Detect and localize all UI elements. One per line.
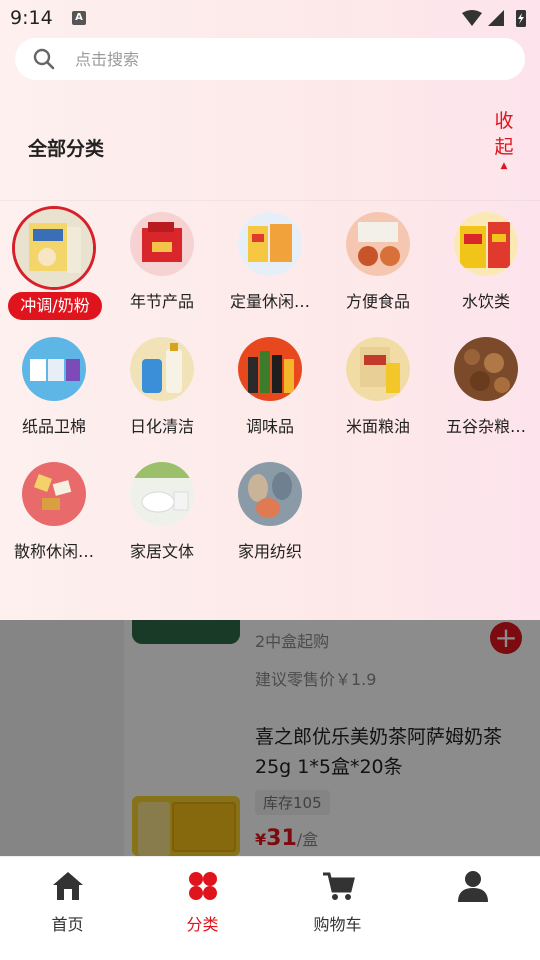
category-item-grains[interactable]: 五谷杂粮… xyxy=(432,325,540,445)
category-item-paper-products[interactable]: 纸品卫棉 xyxy=(0,325,108,445)
tab-label: 购物车 xyxy=(313,915,362,934)
category-image xyxy=(454,212,518,276)
category-label: 冲调/奶粉 xyxy=(8,292,102,320)
bottom-tab-bar: 首页 分类 购物车 xyxy=(0,856,540,960)
user-icon xyxy=(458,871,488,902)
category-item-bulk-snacks[interactable]: 散称休闲… xyxy=(0,450,108,570)
category-image xyxy=(130,462,194,526)
category-label: 年节产品 xyxy=(129,292,194,311)
search-input[interactable] xyxy=(75,46,495,72)
category-item-festival[interactable]: 年节产品 xyxy=(108,200,216,320)
category-label: 水饮类 xyxy=(461,292,510,311)
search-bar[interactable] xyxy=(15,38,525,80)
category-label: 五谷杂粮… xyxy=(445,417,526,436)
category-image xyxy=(346,212,410,276)
category-label: 定量休闲… xyxy=(229,292,310,311)
category-item-condiments[interactable]: 调味品 xyxy=(216,325,324,445)
category-label: 家用纺织 xyxy=(237,542,302,561)
category-label: 散称休闲… xyxy=(13,542,94,561)
category-item-instant-food[interactable]: 方便食品 xyxy=(324,200,432,320)
category-label: 方便食品 xyxy=(345,292,410,311)
category-label: 米面粮油 xyxy=(345,417,410,436)
search-icon xyxy=(33,48,55,70)
home-icon xyxy=(53,872,83,900)
category-image xyxy=(130,337,194,401)
category-label: 纸品卫棉 xyxy=(21,417,86,436)
category-image xyxy=(238,337,302,401)
category-label: 家居文体 xyxy=(129,542,194,561)
status-time: 9:14 xyxy=(10,7,53,29)
status-bar: 9:14 A xyxy=(0,0,540,36)
signal-battery-icon xyxy=(462,10,526,27)
category-image xyxy=(238,462,302,526)
cart-icon xyxy=(323,872,355,900)
section-title: 全部分类 xyxy=(28,138,105,160)
category-image xyxy=(130,212,194,276)
category-item-household-cleaning[interactable]: 日化清洁 xyxy=(108,325,216,445)
modal-backdrop[interactable] xyxy=(0,620,540,856)
collapse-button[interactable]: 收起 ▲ xyxy=(490,108,518,172)
category-image xyxy=(238,212,302,276)
tab-category[interactable]: 分类 xyxy=(135,857,270,960)
category-item-infant-formula[interactable]: 冲调/奶粉 xyxy=(0,200,108,320)
caret-up-icon: ▲ xyxy=(500,161,508,171)
category-label: 日化清洁 xyxy=(129,417,194,436)
category-image xyxy=(454,337,518,401)
category-image xyxy=(346,337,410,401)
category-image xyxy=(22,337,86,401)
category-item-home-textiles[interactable]: 家用纺织 xyxy=(216,450,324,570)
category-icon xyxy=(189,872,217,900)
category-label: 调味品 xyxy=(245,417,294,436)
tab-profile[interactable] xyxy=(405,857,540,960)
category-item-rice-flour-oil[interactable]: 米面粮油 xyxy=(324,325,432,445)
category-image xyxy=(22,462,86,526)
tab-cart[interactable]: 购物车 xyxy=(270,857,405,960)
tab-label: 首页 xyxy=(51,915,84,934)
notification-icon: A xyxy=(72,11,86,25)
tab-home[interactable]: 首页 xyxy=(0,857,135,960)
tab-label: 分类 xyxy=(186,915,219,934)
category-item-snacks-packaged[interactable]: 定量休闲… xyxy=(216,200,324,320)
category-item-beverages[interactable]: 水饮类 xyxy=(432,200,540,320)
category-panel: 9:14 A 全部分类 收起 ▲ 冲调 xyxy=(0,0,540,620)
category-item-home-stationery[interactable]: 家居文体 xyxy=(108,450,216,570)
category-image xyxy=(12,206,96,290)
collapse-label: 收起 xyxy=(494,110,514,158)
